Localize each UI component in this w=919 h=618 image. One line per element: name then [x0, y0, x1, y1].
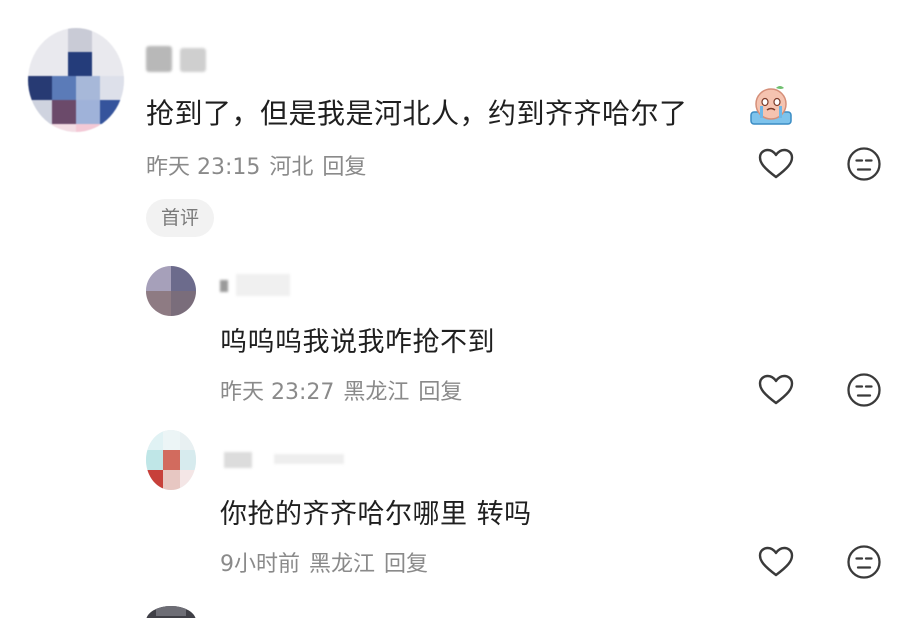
reply-button[interactable]: 回复: [384, 552, 428, 577]
reply-time: 昨天 23:27: [220, 380, 335, 405]
username-redacted[interactable]: [214, 270, 294, 298]
first-comment-badge: 首评: [146, 199, 215, 237]
dislike-button[interactable]: [844, 144, 884, 184]
reply-location: 黑龙江: [309, 552, 376, 577]
dislike-button[interactable]: [844, 370, 884, 410]
reply-location: 黑龙江: [343, 380, 410, 405]
like-button[interactable]: [756, 144, 796, 184]
comment-meta: 昨天 23:15 河北 回复: [146, 149, 366, 181]
username-redacted[interactable]: [214, 440, 354, 470]
dislike-face-icon: [847, 147, 881, 181]
comment-section: 抢到了，但是我是河北人，约到齐齐哈尔了 昨天 23:15 河北 回复 首评 呜呜…: [0, 0, 919, 618]
avatar[interactable]: [146, 606, 196, 618]
reply-time: 9小时前: [220, 552, 300, 577]
avatar[interactable]: [146, 430, 196, 490]
reply-meta: 昨天 23:27 黑龙江 回复: [220, 374, 462, 406]
reply-text: 呜呜呜我说我咋抢不到: [220, 327, 495, 358]
dislike-face-icon: [847, 545, 881, 579]
dislike-face-icon: [847, 373, 881, 407]
reply-text: 你抢的齐齐哈尔哪里 转吗: [220, 499, 532, 530]
like-button[interactable]: [756, 370, 796, 410]
heart-icon: [758, 546, 794, 577]
comment-location: 河北: [269, 155, 314, 180]
crying-sticker-icon: [750, 86, 792, 125]
reply-button[interactable]: 回复: [322, 155, 366, 180]
comment-time: 昨天 23:15: [146, 155, 261, 180]
avatar[interactable]: [28, 28, 124, 132]
reply-meta: 9小时前 黑龙江 回复: [220, 546, 428, 578]
username-redacted[interactable]: [146, 44, 210, 74]
dislike-button[interactable]: [844, 542, 884, 582]
reply-button[interactable]: 回复: [418, 380, 462, 405]
heart-icon: [758, 374, 794, 405]
comment-text: 抢到了，但是我是河北人，约到齐齐哈尔了: [146, 97, 688, 130]
avatar[interactable]: [146, 266, 196, 316]
like-button[interactable]: [756, 542, 796, 582]
heart-icon: [758, 148, 794, 179]
